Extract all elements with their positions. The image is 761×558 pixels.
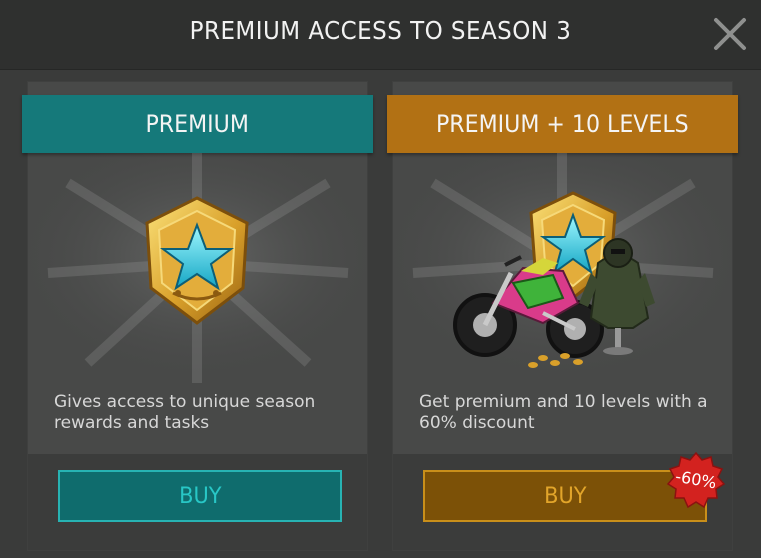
premium-bundle-icon: [393, 153, 732, 383]
premium-ribbon: PREMIUM: [22, 95, 373, 153]
premium-plus-levels-ribbon: PREMIUM + 10 LEVELS: [387, 95, 738, 153]
buy-premium-plus-levels-button[interactable]: BUY: [423, 470, 707, 522]
discount-badge: -60%: [666, 451, 726, 511]
premium-plus-levels-description: Get premium and 10 levels with a 60% dis…: [419, 392, 708, 433]
premium-ribbon-label: PREMIUM: [145, 110, 250, 138]
premium-badge-icon: [28, 153, 367, 383]
premium-plus-levels-ribbon-label: PREMIUM + 10 LEVELS: [436, 110, 689, 138]
dialog-title: PREMIUM ACCESS TO SEASON 3: [189, 16, 572, 45]
premium-card: PREMIUM Gives access to unique season re…: [22, 81, 373, 551]
premium-footer: BUY: [28, 454, 367, 550]
premium-description: Gives access to unique season rewards an…: [54, 392, 316, 433]
close-icon[interactable]: [713, 17, 747, 51]
buy-premium-plus-levels-label: BUY: [543, 483, 587, 509]
buy-premium-button[interactable]: BUY: [58, 470, 342, 522]
buy-premium-label: BUY: [178, 483, 222, 509]
dialog-header: PREMIUM ACCESS TO SEASON 3: [0, 0, 761, 70]
